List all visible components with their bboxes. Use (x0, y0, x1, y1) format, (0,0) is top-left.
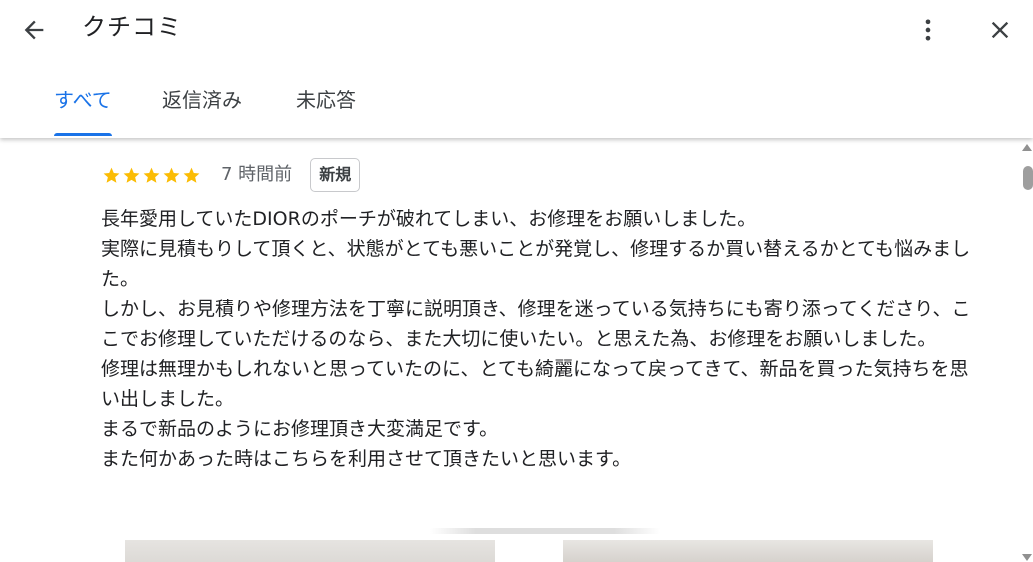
star-icon (183, 167, 200, 183)
review-paragraph: また何かあった時はこちらを利用させて頂きたいと思います。 (101, 448, 632, 470)
review-photo[interactable] (563, 540, 933, 562)
more-vert-icon (925, 19, 931, 41)
close-button[interactable] (980, 10, 1020, 50)
star-icon (103, 167, 120, 183)
page-title: クチコミ (82, 13, 182, 41)
header: クチコミ すべて 返信済み 未応答 (0, 0, 1033, 138)
arrow-left-icon (24, 20, 44, 40)
scroll-down-arrow-icon[interactable] (1022, 554, 1032, 561)
review-paragraph: 長年愛用していたDIORのポーチが破れてしまい、お修理をお願いしました。 (101, 208, 757, 230)
photo-caption (430, 528, 660, 534)
more-options-button[interactable] (908, 10, 948, 50)
scroll-up-arrow-icon[interactable] (1022, 144, 1032, 151)
tab-label: 返信済み (162, 88, 242, 112)
tab-label: すべて (54, 88, 112, 112)
active-tab-indicator (54, 133, 112, 136)
review-paragraph: 修理は無理かもしれないと思っていたのに、とても綺麗になって戻ってきて、新品を買っ… (101, 358, 969, 410)
review-photo[interactable] (125, 540, 495, 562)
tab-label: 未応答 (296, 88, 356, 112)
scrollbar[interactable] (1020, 138, 1033, 562)
review-meta: 7 時間前 新規 (102, 158, 361, 192)
scroll-thumb[interactable] (1023, 166, 1033, 190)
review-paragraph: 実際に見積もりして頂くと、状態がとても悪いことが発覚し、修理するか買い替えるかと… (101, 238, 971, 290)
back-button[interactable] (14, 10, 54, 50)
tab-unanswered[interactable]: 未応答 (296, 70, 356, 136)
close-icon (991, 21, 1009, 39)
review-time: 7 時間前 (221, 164, 293, 185)
review-paragraph: まるで新品のようにお修理頂き大変満足です。 (101, 418, 499, 440)
review-paragraph: しかし、お見積りや修理方法を丁寧に説明頂き、修理を迷っている気持ちにも寄り添って… (101, 298, 971, 350)
tab-all[interactable]: すべて (54, 70, 112, 136)
star-icon (143, 167, 160, 183)
star-icon (123, 167, 140, 183)
star-icon (163, 167, 180, 183)
review-body: 長年愛用していたDIORのポーチが破れてしまい、お修理をお願いしました。 実際に… (101, 204, 981, 474)
review-list: 7 時間前 新規 長年愛用していたDIORのポーチが破れてしまい、お修理をお願い… (0, 138, 1020, 562)
star-rating (102, 166, 201, 185)
tab-replied[interactable]: 返信済み (162, 70, 242, 136)
new-badge: 新規 (310, 158, 361, 192)
